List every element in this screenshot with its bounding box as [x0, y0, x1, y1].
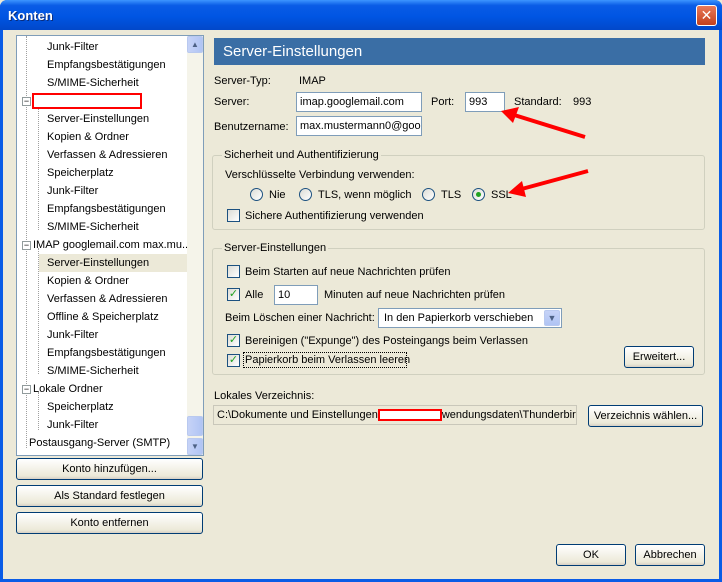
accounts-window: Konten ✕ Junk-Filter Empfangsbestätigung…: [0, 0, 722, 582]
annotation-arrow-port: [501, 107, 586, 139]
server-label: Server:: [214, 96, 250, 108]
scroll-down-icon[interactable]: ▼: [187, 438, 203, 455]
radio-never-label[interactable]: Nie: [269, 189, 286, 201]
scroll-up-icon[interactable]: ▲: [187, 36, 203, 53]
radio-tls-if-possible[interactable]: [299, 188, 312, 201]
server-settings-group-title: Server-Einstellungen: [222, 242, 329, 254]
tree-item-disk-space[interactable]: Speicherplatz: [47, 164, 114, 182]
tree-item-junk-filter[interactable]: Junk-Filter: [47, 326, 98, 344]
local-directory-label: Lokales Verzeichnis:: [214, 390, 315, 402]
tree-item-junk-filter[interactable]: Junk-Filter: [47, 182, 98, 200]
remove-account-button[interactable]: Konto entfernen: [16, 512, 203, 534]
radio-tls-label[interactable]: TLS: [441, 189, 461, 201]
secure-auth-label[interactable]: Sichere Authentifizierung verwenden: [245, 210, 424, 222]
close-icon[interactable]: ✕: [696, 5, 717, 26]
scroll-thumb[interactable]: [187, 416, 203, 436]
expunge-label[interactable]: Bereinigen ("Expunge") des Posteingangs …: [245, 335, 528, 347]
collapse-icon[interactable]: −: [22, 241, 31, 250]
tree-item-smime[interactable]: S/MIME-Sicherheit: [47, 218, 139, 236]
tree-item-receipts[interactable]: Empfangsbestätigungen: [47, 344, 166, 362]
tree-item-receipts[interactable]: Empfangsbestätigungen: [47, 56, 166, 74]
security-group-title: Sicherheit und Authentifizierung: [222, 149, 381, 161]
on-delete-label: Beim Löschen einer Nachricht:: [225, 312, 375, 324]
radio-tls-if-possible-label[interactable]: TLS, wenn möglich: [318, 189, 412, 201]
on-delete-value: In den Papierkorb verschieben: [384, 312, 534, 324]
collapse-icon[interactable]: −: [22, 97, 31, 106]
tree-line: [26, 98, 27, 448]
radio-ssl[interactable]: [472, 188, 485, 201]
chevron-down-icon[interactable]: ▼: [544, 310, 560, 326]
tree-line: [26, 36, 27, 98]
check-on-start-checkbox[interactable]: [227, 265, 240, 278]
local-directory-path-end: wendungsdaten\Thunderbird: [441, 409, 577, 421]
empty-trash-checkbox[interactable]: ✓: [227, 354, 240, 367]
page-title: Server-Einstellungen: [214, 38, 705, 65]
secure-auth-checkbox[interactable]: [227, 209, 240, 222]
tree-item-compose[interactable]: Verfassen & Adressieren: [47, 146, 167, 164]
server-type-label: Server-Typ:: [214, 75, 271, 87]
tree-item-junk-filter[interactable]: Junk-Filter: [47, 38, 98, 56]
expunge-checkbox[interactable]: ✓: [227, 334, 240, 347]
tree-item-copies-folders[interactable]: Kopien & Ordner: [47, 128, 129, 146]
minutes-label: Minuten auf neue Nachrichten prüfen: [324, 289, 506, 301]
tree-item-compose[interactable]: Verfassen & Adressieren: [47, 290, 167, 308]
tree-item-local-folders[interactable]: Lokale Ordner: [33, 380, 103, 398]
username-label: Benutzername:: [214, 121, 289, 133]
tree-item-server-settings[interactable]: Server-Einstellungen: [47, 110, 149, 128]
local-directory-field[interactable]: C:\Dokumente und Einstellungen wendungsda…: [213, 405, 577, 425]
radio-tls[interactable]: [422, 188, 435, 201]
choose-directory-button[interactable]: Verzeichnis wählen...: [588, 405, 703, 427]
check-every-label[interactable]: Alle: [245, 289, 263, 301]
tree-item-server-settings-selected[interactable]: Server-Einstellungen: [39, 254, 187, 272]
radio-never[interactable]: [250, 188, 263, 201]
check-every-checkbox[interactable]: ✓: [227, 288, 240, 301]
encrypted-connection-label: Verschlüsselte Verbindung verwenden:: [225, 169, 415, 181]
collapse-icon[interactable]: −: [22, 385, 31, 394]
server-field[interactable]: imap.googlemail.com: [296, 92, 422, 112]
tree-item-imap-account[interactable]: IMAP googlemail.com max.mu...: [33, 236, 191, 254]
server-type-value: IMAP: [299, 75, 326, 87]
annotation-arrow-ssl: [508, 169, 589, 197]
port-label: Port:: [431, 96, 455, 108]
set-default-button[interactable]: Als Standard festlegen: [16, 485, 203, 507]
username-field[interactable]: max.mustermann0@goo: [296, 116, 422, 136]
tree-item-smtp[interactable]: Postausgang-Server (SMTP): [29, 434, 170, 452]
check-on-start-label[interactable]: Beim Starten auf neue Nachrichten prüfen: [245, 266, 450, 278]
empty-trash-label[interactable]: Papierkorb beim Verlassen leeren: [245, 354, 410, 366]
tree-item-copies-folders[interactable]: Kopien & Ordner: [47, 272, 129, 290]
tree-line: [38, 104, 39, 230]
tree-item-smime[interactable]: S/MIME-Sicherheit: [47, 362, 139, 380]
tree-item-disk-space[interactable]: Speicherplatz: [47, 398, 114, 416]
redacted-username: [377, 409, 442, 422]
tree-scrollbar[interactable]: ▲ ▼: [187, 36, 203, 455]
minutes-field[interactable]: 10: [274, 285, 318, 305]
ok-button[interactable]: OK: [556, 544, 626, 566]
account-tree[interactable]: Junk-Filter Empfangsbestätigungen S/MIME…: [16, 35, 204, 456]
title-bar[interactable]: Konten ✕: [0, 0, 722, 30]
advanced-button[interactable]: Erweitert...: [624, 346, 694, 368]
window-title: Konten: [8, 8, 53, 23]
tree-item-smime[interactable]: S/MIME-Sicherheit: [47, 74, 139, 92]
on-delete-select[interactable]: In den Papierkorb verschieben ▼: [378, 308, 562, 328]
local-directory-path-start: C:\Dokumente und Einstellungen: [217, 409, 378, 421]
add-account-button[interactable]: Konto hinzufügen...: [16, 458, 203, 480]
cancel-button[interactable]: Abbrechen: [635, 544, 705, 566]
tree-item-receipts[interactable]: Empfangsbestätigungen: [47, 200, 166, 218]
tree-item-offline[interactable]: Offline & Speicherplatz: [47, 308, 159, 326]
tree-item-junk-filter[interactable]: Junk-Filter: [47, 416, 98, 434]
dialog-client: Junk-Filter Empfangsbestätigungen S/MIME…: [3, 30, 719, 579]
redacted-account-name: [32, 93, 142, 109]
